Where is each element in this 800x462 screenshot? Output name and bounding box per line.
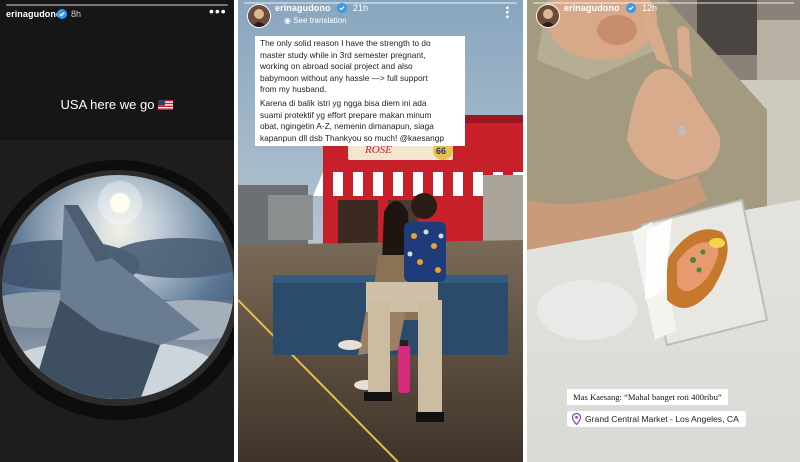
translate-icon: ◉ [284, 16, 294, 25]
story-username[interactable]: erinagudono [275, 3, 331, 13]
caption-line: working on abroad social project and als… [260, 61, 413, 71]
story-timestamp: 8h [71, 9, 82, 19]
caption-line: from my husband. [260, 84, 327, 94]
story-username[interactable]: erinagudono [6, 9, 62, 19]
location-sticker[interactable]: Grand Central Market - Los Angeles, CA [567, 411, 746, 427]
caption-line: kapanpun dll dsb Thankyou so much! @kaes… [260, 132, 445, 143]
airplane-window-photo [0, 0, 234, 462]
see-translation-label: See translation [293, 16, 347, 25]
verified-badge-icon [337, 3, 347, 13]
more-options-icon[interactable]: ••• [209, 4, 227, 18]
caption-line: babymoon without any hassle —> full supp… [260, 72, 428, 83]
avatar[interactable] [247, 4, 271, 28]
avatar[interactable] [536, 4, 560, 28]
verified-badge-icon [57, 9, 67, 19]
location-pin-icon [572, 413, 581, 425]
story-timestamp: 21h [353, 3, 369, 13]
story-username[interactable]: erinagudono [564, 3, 620, 13]
caption-line: suami protektif yg effort prepare makan … [260, 109, 432, 120]
caption-line: Karena di balik istri yg ngga bisa diem … [260, 98, 427, 108]
story-caption: USA here we go [0, 97, 234, 112]
story-panel-pier[interactable]: ROSE 66 erinagudono 21h ◉ See translatio… [238, 0, 523, 462]
route-66-sign: 66 [436, 146, 446, 156]
story-caption-text: USA here we go [60, 97, 155, 112]
story-timestamp: 12h [642, 3, 658, 13]
story-panel-market[interactable]: erinagudono 12h Mas Kaesang: “Mahal bang… [527, 0, 800, 462]
caption-line: master study while in 3rd semester pregn… [260, 49, 426, 60]
us-flag-icon [158, 100, 174, 110]
quote-sticker: Mas Kaesang: “Mahal banget roti 400ribu” [567, 389, 728, 405]
caption-paragraph-indonesian: Karena di balik istri yg ngga bisa diem … [255, 96, 465, 146]
location-label: Grand Central Market - Los Angeles, CA [585, 414, 739, 424]
story-progress-bar [6, 4, 228, 6]
more-options-icon[interactable]: ••• [501, 6, 512, 20]
caption-line: obat, ngingetin A-Z, nemenin dimanapun, … [260, 121, 434, 131]
story-collage: erinagudono 8h ••• USA here we go ROSE 6… [0, 0, 800, 462]
caption-line: The only solid reason I have the strengt… [260, 38, 431, 48]
caption-paragraph-english: The only solid reason I have the strengt… [255, 36, 465, 98]
story-panel-airplane[interactable]: erinagudono 8h ••• USA here we go [0, 0, 234, 462]
see-translation-link[interactable]: ◉ See translation [284, 16, 347, 25]
verified-badge-icon [626, 3, 636, 13]
